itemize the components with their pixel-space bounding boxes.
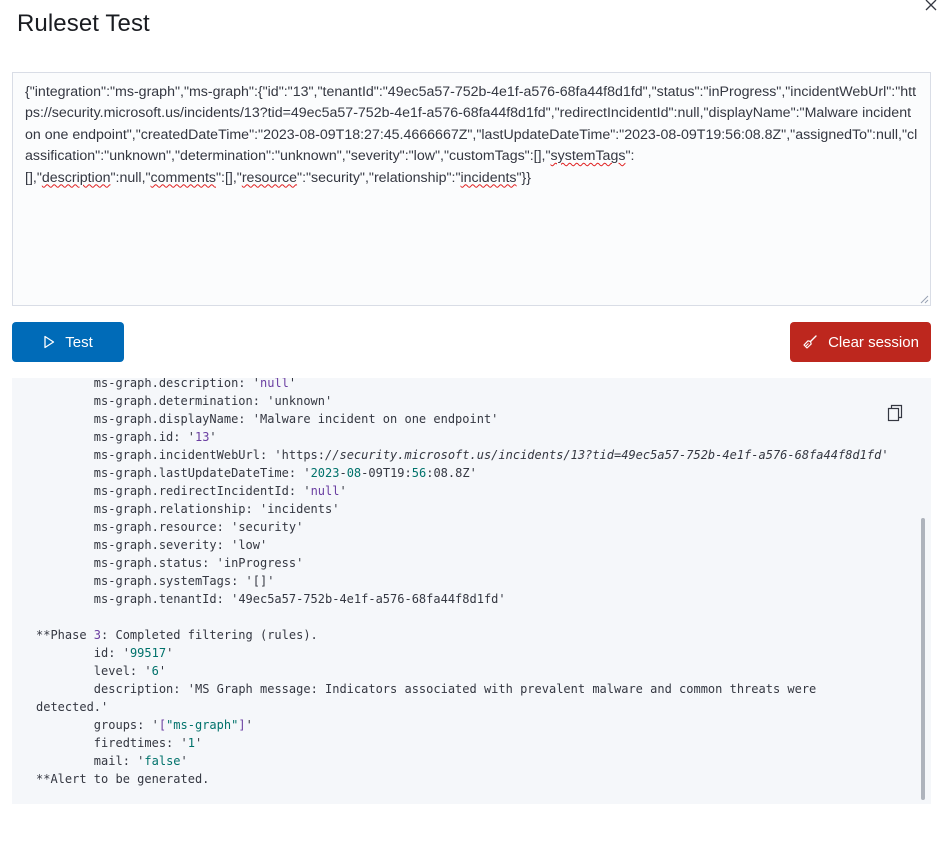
output-field-value: 56 <box>411 466 427 480</box>
log-text-segment: ":"security","relationship":" <box>297 169 461 186</box>
output-scrollbar[interactable] <box>921 518 925 800</box>
output-field-key: ms-graph.systemTags <box>93 574 232 588</box>
test-output-panel[interactable]: ms-graph.description: 'null' ms-graph.de… <box>12 378 931 804</box>
modal-title: Ruleset Test <box>17 10 150 37</box>
groups-bracket: ] <box>238 718 246 732</box>
phase-prefix: **Phase <box>36 628 94 642</box>
output-field-value: null <box>259 378 289 390</box>
output-field-value: 08 <box>346 466 362 480</box>
output-field-value: https: <box>281 448 326 462</box>
output-field-line: ms-graph.determination: 'unknown' <box>93 394 333 408</box>
output-field-list: ms-graph.description: 'null' ms-graph.de… <box>36 378 889 606</box>
output-field-value: low <box>238 538 260 552</box>
output-field-value: null <box>310 484 340 498</box>
output-field-line: ms-graph.lastUpdateDateTime: '2023-08-09… <box>93 466 477 480</box>
test-output-text: ms-graph.description: 'null' ms-graph.de… <box>36 378 889 786</box>
output-field-line: ms-graph.displayName: 'Malware incident … <box>93 412 499 426</box>
output-field-line: ms-graph.systemTags: '[]' <box>93 574 275 588</box>
output-field-key: ms-graph.relationship <box>93 502 246 516</box>
output-field-line: ms-graph.redirectIncidentId: 'null' <box>93 484 347 498</box>
rule-level-value: 6 <box>151 664 159 678</box>
output-field-value: 09T19 <box>368 466 405 480</box>
alert-message: **Alert to be generated. <box>36 772 210 786</box>
spellcheck-word: comments <box>150 169 216 186</box>
output-field-value: 2023 <box>310 466 340 480</box>
log-text-segment: "}} <box>516 169 532 186</box>
output-field-key: ms-graph.determination <box>93 394 253 408</box>
output-field-value: //security.microsoft.us/incidents/13?tid… <box>325 448 882 462</box>
rule-id-key: id <box>93 646 109 660</box>
output-field-value: Malware incident on one endpoint <box>259 412 492 426</box>
rule-mail-key: mail <box>93 754 123 768</box>
close-icon <box>925 0 937 11</box>
output-field-line: ms-graph.description: 'null' <box>93 378 297 390</box>
output-field-line: ms-graph.tenantId: '49ec5a57-752b-4e1f-a… <box>93 592 506 606</box>
output-field-key: ms-graph.redirectIncidentId <box>93 484 289 498</box>
test-button-label: Test <box>65 333 93 351</box>
rule-groups-value: ["ms-graph"] <box>159 718 246 732</box>
output-field-key: ms-graph.tenantId <box>93 592 217 606</box>
rule-mail-value: false <box>144 754 181 768</box>
output-field-line: ms-graph.incidentWebUrl: 'https://securi… <box>93 448 889 462</box>
log-input-text[interactable]: {"integration":"ms-graph","ms-graph":{"i… <box>13 73 930 305</box>
log-input-textarea[interactable]: {"integration":"ms-graph","ms-graph":{"i… <box>12 72 931 306</box>
phase-number: 3 <box>93 628 102 642</box>
spellcheck-word: incidents <box>460 169 517 186</box>
output-field-key: ms-graph.status <box>93 556 203 570</box>
rule-level-key: level <box>93 664 130 678</box>
spellcheck-word: resource <box>241 169 298 186</box>
rule-groups-key: groups <box>93 718 138 732</box>
output-field-key: ms-graph.resource <box>93 520 217 534</box>
output-field-value: [] <box>252 574 268 588</box>
rule-id-value: 99517 <box>129 646 167 660</box>
output-field-line: ms-graph.status: 'inProgress' <box>93 556 304 570</box>
log-text-segment: ":null," <box>110 169 151 186</box>
output-field-value: unknown <box>274 394 326 408</box>
output-field-key: ms-graph.id <box>93 430 174 444</box>
output-field-key: ms-graph.severity <box>93 538 217 552</box>
output-field-value: 49ec5a57-752b-4e1f-a576-68fa44f8d1fd <box>238 592 499 606</box>
log-text-segment: {"integration":"ms-graph","ms-graph":{"i… <box>25 84 918 165</box>
rule-firedtimes-key: firedtimes <box>93 736 167 750</box>
output-field-line: ms-graph.severity: 'low' <box>93 538 268 552</box>
output-field-key: ms-graph.displayName <box>93 412 239 426</box>
copy-output-button[interactable] <box>887 404 903 422</box>
log-text-segment: ":[]," <box>215 169 242 186</box>
output-field-value: : <box>404 466 412 480</box>
output-field-value: inProgress <box>223 556 297 570</box>
copy-icon <box>887 404 903 422</box>
broom-icon <box>803 335 817 349</box>
output-field-line: ms-graph.resource: 'security' <box>93 520 304 534</box>
phase-suffix: : Completed filtering (rules). <box>101 628 318 642</box>
phase-header: **Phase 3: Completed filtering (rules). <box>36 628 318 642</box>
close-modal-button[interactable] <box>923 0 939 14</box>
output-field-key: ms-graph.lastUpdateDateTime <box>93 466 289 480</box>
play-icon <box>44 335 55 349</box>
clear-session-button[interactable]: Clear session <box>790 322 931 362</box>
rule-firedtimes-value: 1 <box>187 736 195 750</box>
test-button[interactable]: Test <box>12 322 124 362</box>
output-field-value: 08.8Z <box>433 466 470 480</box>
groups-item: "ms-graph" <box>166 718 239 732</box>
output-field-value: - <box>339 466 347 480</box>
clear-session-label: Clear session <box>828 333 919 351</box>
resize-handle-icon[interactable] <box>920 295 929 304</box>
output-field-value: incidents <box>267 502 333 516</box>
spellcheck-word: systemTags <box>550 148 626 165</box>
output-field-key: ms-graph.incidentWebUrl <box>93 448 260 462</box>
output-field-value: security <box>238 520 297 534</box>
spellcheck-word: description <box>41 169 111 186</box>
groups-bracket: [ <box>158 718 167 732</box>
output-field-line: ms-graph.id: '13' <box>93 430 217 444</box>
output-field-line: ms-graph.relationship: 'incidents' <box>93 502 340 516</box>
output-field-value: 13 <box>194 430 210 444</box>
rule-description-key: description <box>93 682 174 696</box>
output-scrollbar-thumb[interactable] <box>921 518 925 800</box>
output-field-key: ms-graph.description <box>93 378 239 390</box>
